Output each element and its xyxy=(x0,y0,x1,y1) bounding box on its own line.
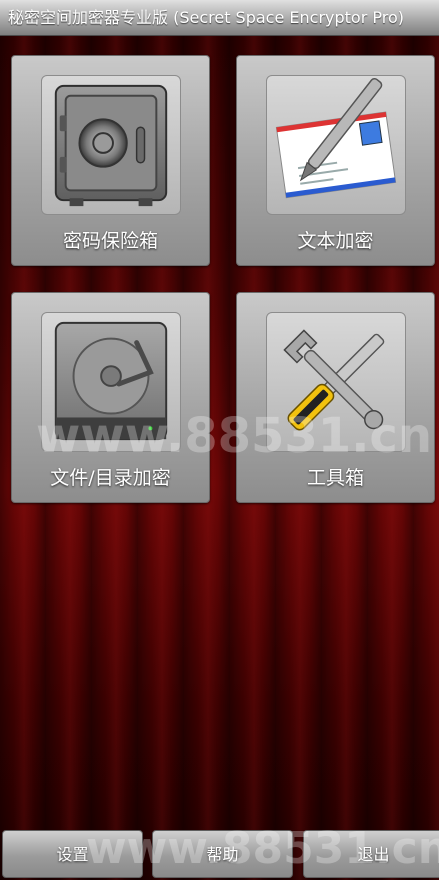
tile-file-encryption[interactable]: 文件/目录加密 xyxy=(11,292,210,503)
safe-icon xyxy=(41,75,181,215)
envelope-pen-icon xyxy=(266,75,406,215)
help-button[interactable]: 帮助 xyxy=(152,830,293,878)
hard-drive-icon xyxy=(41,312,181,452)
tile-label-file-encryption: 文件/目录加密 xyxy=(50,467,171,489)
tile-label-password-safe: 密码保险箱 xyxy=(62,230,158,252)
tile-label-text-encryption: 文本加密 xyxy=(297,230,374,252)
tools-icon xyxy=(266,312,406,452)
exit-button[interactable]: 退出 xyxy=(303,830,439,878)
tile-label-toolbox: 工具箱 xyxy=(306,467,364,489)
app-window: 秘密空间加密器专业版 (Secret Space Encryptor Pro) xyxy=(0,0,439,880)
tile-toolbox[interactable]: 工具箱 xyxy=(236,292,435,503)
tile-text-encryption[interactable]: 文本加密 xyxy=(236,55,435,266)
settings-button[interactable]: 设置 xyxy=(2,830,143,878)
bottom-bar: 设置 帮助 退出 www.88531.cn xyxy=(0,823,439,880)
tile-password-safe[interactable]: 密码保险箱 xyxy=(11,55,210,266)
app-title: 秘密空间加密器专业版 (Secret Space Encryptor Pro) xyxy=(8,8,405,27)
title-bar: 秘密空间加密器专业版 (Secret Space Encryptor Pro) xyxy=(0,0,439,36)
